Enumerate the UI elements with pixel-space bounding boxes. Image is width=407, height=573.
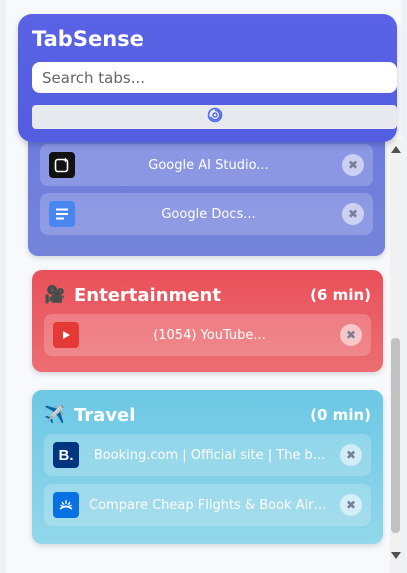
group-name: Travel	[74, 404, 136, 426]
scrollbar[interactable]	[390, 140, 401, 573]
refresh-button[interactable]	[32, 105, 397, 129]
search-input[interactable]	[32, 62, 397, 93]
tab-group-travel: ✈️ Travel (0 min) B. Booking.com | Offic…	[32, 390, 383, 544]
spinner-icon	[207, 107, 223, 127]
tab-title: Compare Cheap Flights & Book Airlin...	[89, 497, 340, 513]
close-tab-button[interactable]: ✖	[340, 324, 362, 346]
close-tab-button[interactable]: ✖	[342, 154, 364, 176]
tab-item[interactable]: Google Docs... ✖	[40, 193, 373, 235]
booking-icon: B.	[53, 442, 79, 468]
close-tab-button[interactable]: ✖	[340, 444, 362, 466]
scrollbar-thumb[interactable]	[391, 338, 400, 533]
group-header[interactable]: 🎥 Entertainment (6 min)	[44, 282, 371, 308]
scroll-up-arrow-icon[interactable]	[391, 146, 401, 153]
tab-item[interactable]: Compare Cheap Flights & Book Airlin... ✖	[44, 484, 371, 526]
ai-studio-icon	[49, 152, 75, 178]
extension-popup: TabSense Google AI St	[6, 0, 401, 573]
group-header[interactable]: ✈️ Travel (0 min)	[44, 402, 371, 428]
tab-title: (1054) YouTube...	[153, 327, 266, 343]
scroll-down-arrow-icon[interactable]	[391, 552, 401, 559]
close-tab-button[interactable]: ✖	[340, 494, 362, 516]
google-docs-icon	[49, 201, 75, 227]
group-time: (6 min)	[310, 286, 371, 304]
tab-title: Google Docs...	[161, 206, 256, 222]
youtube-icon	[53, 322, 79, 348]
tab-group-work: Google AI Studio... ✖ Google Docs... ✖	[28, 140, 385, 256]
movie-camera-icon: 🎥	[44, 285, 66, 305]
tab-group-entertainment: 🎥 Entertainment (6 min) (1054) YouTube..…	[32, 270, 383, 372]
header: TabSense	[18, 14, 397, 142]
airplane-icon: ✈️	[44, 405, 66, 425]
tab-item[interactable]: (1054) YouTube... ✖	[44, 314, 371, 356]
group-time: (0 min)	[310, 406, 371, 424]
group-name: Entertainment	[74, 284, 221, 306]
tab-item[interactable]: B. Booking.com | Official site | The b..…	[44, 434, 371, 476]
tab-item[interactable]: Google AI Studio... ✖	[40, 144, 373, 186]
app-title: TabSense	[32, 27, 144, 51]
skyscanner-icon	[53, 492, 79, 518]
close-tab-button[interactable]: ✖	[342, 203, 364, 225]
tab-groups-list[interactable]: Google AI Studio... ✖ Google Docs... ✖ 🎥	[12, 140, 396, 573]
tab-title: Google AI Studio...	[148, 157, 269, 173]
tab-title: Booking.com | Official site | The b...	[93, 447, 326, 463]
